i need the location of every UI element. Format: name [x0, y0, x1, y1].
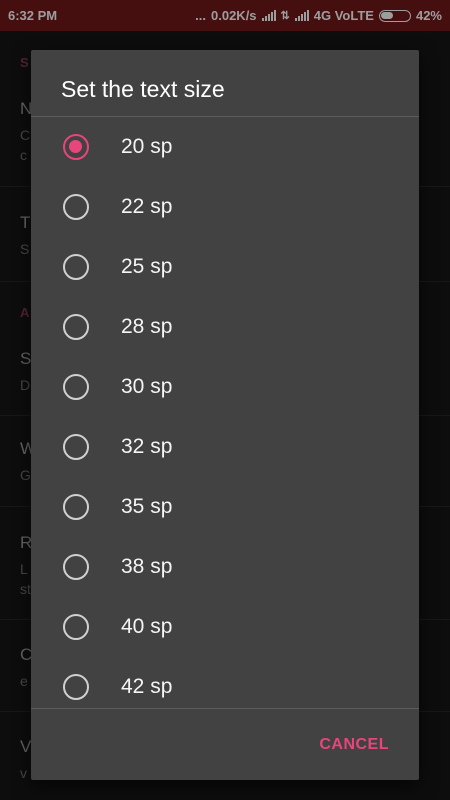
size-options-list: 20 sp 22 sp 25 sp 28 sp 30 sp 32 sp 35 s…: [31, 117, 419, 717]
radio-button[interactable]: [63, 554, 89, 580]
size-option-20sp[interactable]: 20 sp: [31, 117, 419, 177]
size-option-30sp[interactable]: 30 sp: [31, 357, 419, 417]
option-label: 42 sp: [121, 675, 173, 698]
option-label: 32 sp: [121, 435, 173, 458]
option-label: 22 sp: [121, 195, 173, 218]
radio-button[interactable]: [63, 674, 89, 700]
radio-button[interactable]: [63, 374, 89, 400]
option-label: 38 sp: [121, 555, 173, 578]
size-option-22sp[interactable]: 22 sp: [31, 177, 419, 237]
cancel-button[interactable]: CANCEL: [319, 736, 389, 754]
option-label: 28 sp: [121, 315, 173, 338]
option-label: 20 sp: [121, 135, 173, 158]
radio-button[interactable]: [63, 254, 89, 280]
option-label: 40 sp: [121, 615, 173, 638]
radio-button[interactable]: [63, 494, 89, 520]
footer-divider: [31, 708, 419, 709]
option-label: 25 sp: [121, 255, 173, 278]
radio-button[interactable]: [63, 134, 89, 160]
option-label: 35 sp: [121, 495, 173, 518]
size-option-28sp[interactable]: 28 sp: [31, 297, 419, 357]
option-label: 30 sp: [121, 375, 173, 398]
text-size-dialog: Set the text size 20 sp 22 sp 25 sp 28 s…: [31, 50, 419, 780]
size-option-25sp[interactable]: 25 sp: [31, 237, 419, 297]
radio-button[interactable]: [63, 614, 89, 640]
radio-button[interactable]: [63, 434, 89, 460]
size-option-40sp[interactable]: 40 sp: [31, 597, 419, 657]
dialog-title: Set the text size: [61, 76, 225, 102]
radio-button[interactable]: [63, 194, 89, 220]
size-option-38sp[interactable]: 38 sp: [31, 537, 419, 597]
size-option-35sp[interactable]: 35 sp: [31, 477, 419, 537]
size-option-32sp[interactable]: 32 sp: [31, 417, 419, 477]
radio-button[interactable]: [63, 314, 89, 340]
